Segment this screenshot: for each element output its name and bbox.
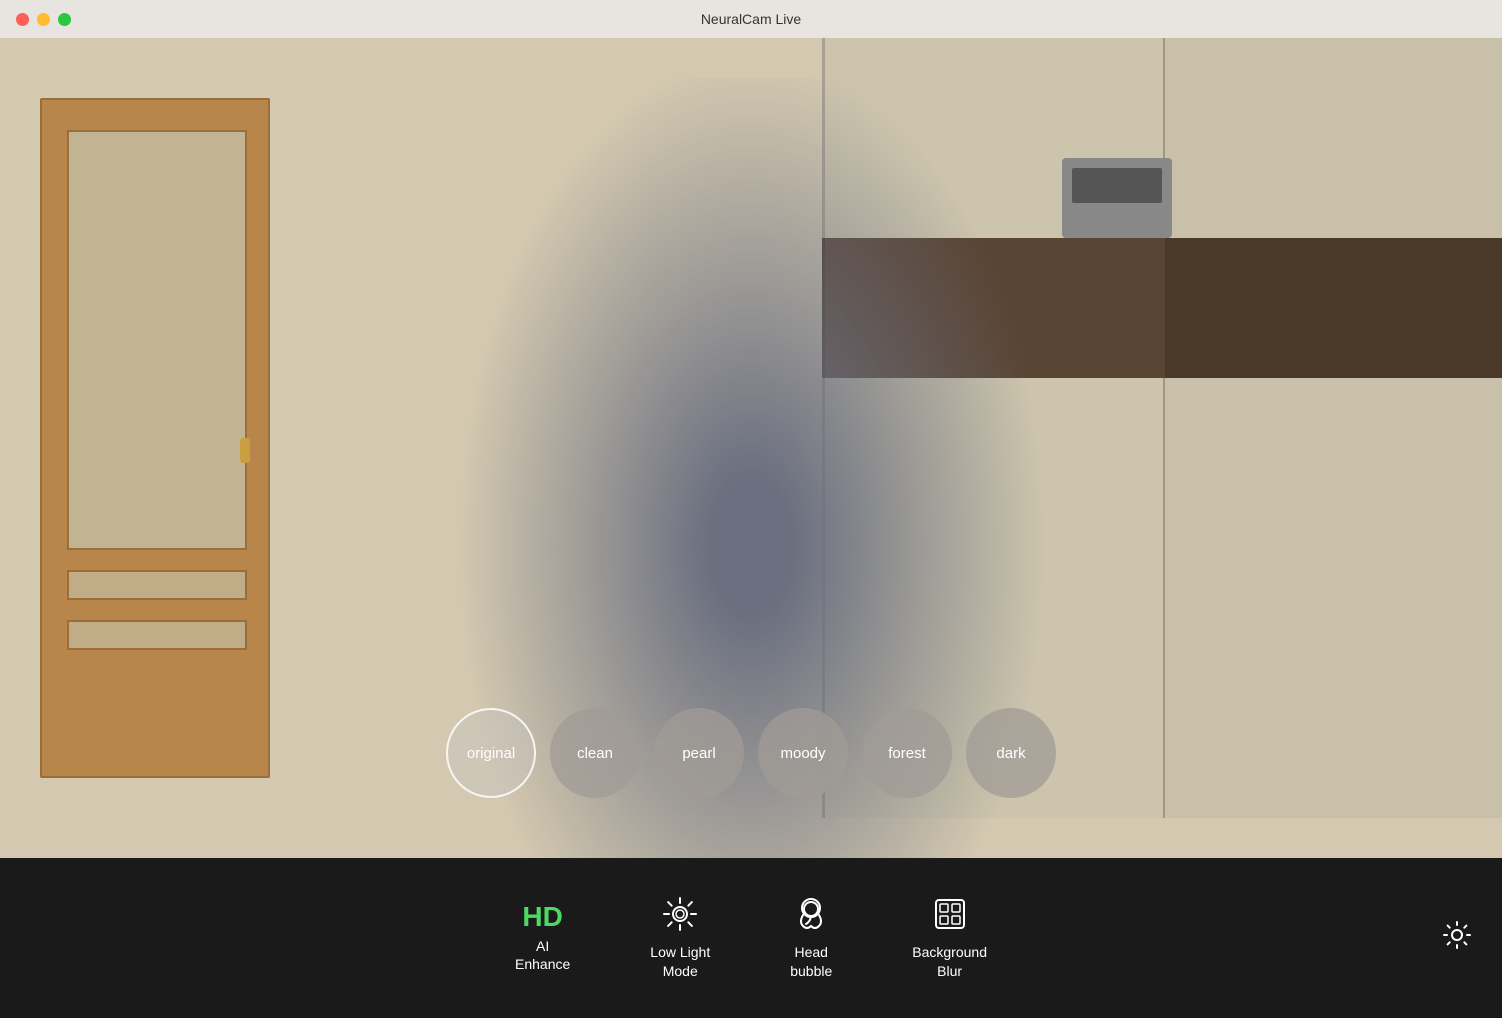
filter-dark[interactable]: dark (966, 708, 1056, 798)
door-glass (67, 130, 247, 550)
low-light-icon (662, 896, 698, 937)
door (40, 98, 270, 778)
app-container: NeuralCam Live (0, 0, 1502, 1018)
window-title: NeuralCam Live (701, 11, 801, 27)
wardrobe (822, 38, 1502, 818)
shelf-boombox (1062, 158, 1172, 238)
background-blur-icon (932, 896, 968, 937)
close-button[interactable] (16, 13, 29, 26)
ai-enhance-button[interactable]: HD AIEnhance (515, 903, 570, 973)
toolbar-items: HD AIEnhance (515, 896, 987, 979)
filter-moody[interactable]: moody (758, 708, 848, 798)
filter-forest[interactable]: forest (862, 708, 952, 798)
maximize-button[interactable] (58, 13, 71, 26)
head-bubble-button[interactable]: Headbubble (790, 896, 832, 979)
wardrobe-dark-band-left (825, 238, 1165, 378)
titlebar: NeuralCam Live (0, 0, 1502, 38)
low-light-mode-button[interactable]: Low LightMode (650, 896, 710, 979)
background-blur-button[interactable]: BackgroundBlur (912, 896, 987, 979)
filter-bar: original clean pearl moody forest dark (446, 708, 1056, 798)
minimize-button[interactable] (37, 13, 50, 26)
settings-button[interactable] (1442, 920, 1472, 957)
door-stripe1 (67, 570, 247, 600)
filter-pearl[interactable]: pearl (654, 708, 744, 798)
filter-clean[interactable]: clean (550, 708, 640, 798)
door-stripe2 (67, 620, 247, 650)
head-bubble-icon (793, 896, 829, 937)
wardrobe-panel1 (825, 38, 1165, 818)
door-handle (240, 438, 250, 463)
shelf-boombox-detail (1072, 168, 1162, 203)
toolbar: HD AIEnhance (0, 858, 1502, 1018)
window-controls (16, 13, 71, 26)
filter-original[interactable]: original (446, 708, 536, 798)
video-area: original clean pearl moody forest dark (0, 38, 1502, 858)
